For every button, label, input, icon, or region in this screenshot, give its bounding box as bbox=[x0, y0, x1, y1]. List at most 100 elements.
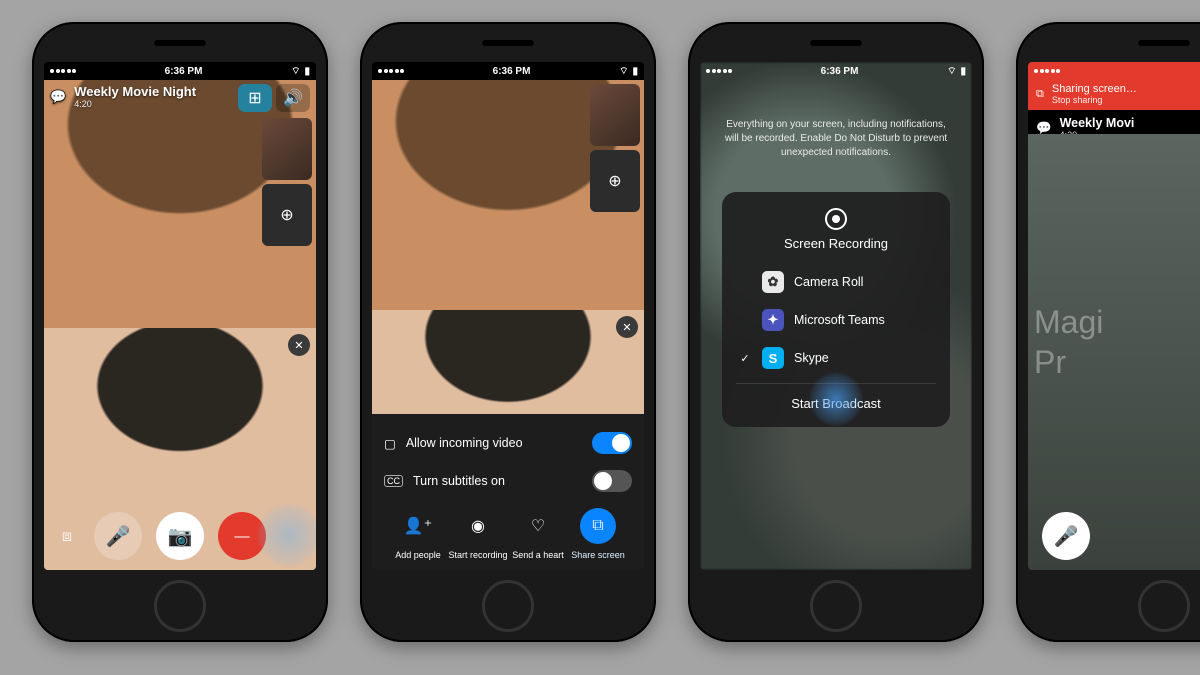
phone-frame-4: ⌔ ⧉ Sharing screen… Stop sharing 💬 Weekl… bbox=[1016, 22, 1200, 642]
picker-item-label: Camera Roll bbox=[794, 275, 863, 289]
pip-thumbnail[interactable] bbox=[590, 84, 640, 146]
picker-item-camera-roll[interactable]: ✿ Camera Roll bbox=[736, 263, 936, 301]
call-title: Weekly Movi bbox=[1060, 116, 1135, 130]
broadcast-picker: Screen Recording ✿ Camera Roll ✦ Microso… bbox=[722, 192, 950, 427]
pip-add[interactable]: ⊕ bbox=[262, 184, 312, 246]
status-time: 6:36 PM bbox=[493, 66, 531, 77]
chat-icon[interactable]: 💬 bbox=[50, 89, 66, 105]
call-duration: 4:20 bbox=[74, 99, 196, 109]
option-label: Turn subtitles on bbox=[413, 474, 505, 488]
shared-content-text: Magi Pr bbox=[1034, 302, 1103, 382]
mic-icon: 🎤 bbox=[106, 524, 131, 549]
action-label: Share screen bbox=[571, 550, 625, 560]
home-button[interactable] bbox=[482, 580, 534, 632]
app-icon-skype: S bbox=[762, 347, 784, 369]
action-label: Send a heart bbox=[512, 550, 564, 560]
add-people-icon: 👤⁺ bbox=[400, 508, 436, 544]
muted-icon: ✕ bbox=[288, 334, 310, 356]
wifi-icon: ⌔ bbox=[947, 65, 956, 78]
wifi-icon: ⌔ bbox=[291, 65, 300, 78]
phone-frame-1: 6:36 PM ⌔ ▮ ✕ 💬 Weekly Movie Night 4:20 … bbox=[32, 22, 328, 642]
picker-item-teams[interactable]: ✦ Microsoft Teams bbox=[736, 301, 936, 339]
home-button[interactable] bbox=[154, 580, 206, 632]
video-icon: ▢ bbox=[384, 436, 396, 451]
action-row: 👤⁺ Add people ◉ Start recording ♡ Send a… bbox=[384, 500, 632, 566]
action-start-recording[interactable]: ◉ Start recording bbox=[448, 508, 508, 560]
pip-column: ⊕ bbox=[590, 84, 640, 212]
broadcast-hint: Everything on your screen, including not… bbox=[724, 118, 948, 160]
status-time: 6:36 PM bbox=[165, 66, 203, 77]
pip-thumbnail[interactable] bbox=[262, 118, 312, 180]
ghost-line-2: Pr bbox=[1034, 344, 1066, 380]
share-screen-icon: ⧉ bbox=[580, 508, 616, 544]
status-bar: 6:36 PM ⌔ ▮ bbox=[44, 62, 316, 80]
status-time: 6:36 PM bbox=[821, 66, 859, 77]
grid-icon: ⊞ bbox=[248, 88, 261, 108]
option-subtitles: CC Turn subtitles on bbox=[384, 462, 632, 500]
speaker-icon: 🔊 bbox=[283, 88, 303, 108]
speaker-button[interactable]: 🔊 bbox=[276, 84, 310, 112]
status-bar: 6:36 PM ⌔▮ bbox=[700, 62, 972, 80]
picker-item-label: Microsoft Teams bbox=[794, 313, 885, 327]
phone-frame-3: 6:36 PM ⌔▮ Everything on your screen, in… bbox=[688, 22, 984, 642]
call-controls: 🎤 bbox=[1028, 512, 1200, 560]
options-panel: ▢ Allow incoming video CC Turn subtitles… bbox=[372, 414, 644, 570]
call-title: Weekly Movie Night bbox=[74, 84, 196, 99]
home-button[interactable] bbox=[810, 580, 862, 632]
phone-speaker bbox=[154, 40, 206, 46]
heart-icon: ♡ bbox=[520, 508, 556, 544]
record-icon bbox=[825, 208, 847, 230]
action-share-screen[interactable]: ⧉ Share screen bbox=[568, 508, 628, 560]
banner-subtitle: Stop sharing bbox=[1052, 95, 1137, 105]
participant-tile-bottom: ✕ bbox=[372, 310, 644, 422]
hangup-icon: ⏤ bbox=[234, 525, 250, 548]
app-icon-camera-roll: ✿ bbox=[762, 271, 784, 293]
signal-icon bbox=[50, 69, 76, 73]
action-label: Add people bbox=[395, 550, 441, 560]
share-icon: ⧉ bbox=[1036, 88, 1044, 101]
pip-add[interactable]: ⊕ bbox=[590, 150, 640, 212]
toggle-incoming-video[interactable] bbox=[592, 432, 632, 454]
status-bar: ⌔ bbox=[1028, 62, 1200, 80]
call-header: 💬 Weekly Movie Night 4:20 bbox=[50, 84, 256, 109]
toggle-subtitles[interactable] bbox=[592, 470, 632, 492]
phone-speaker bbox=[482, 40, 534, 46]
record-icon: ◉ bbox=[460, 508, 496, 544]
wifi-icon: ⌔ bbox=[619, 65, 628, 78]
phone-speaker bbox=[1138, 40, 1190, 46]
picker-title: Screen Recording bbox=[736, 236, 936, 251]
video-button[interactable]: 📷 bbox=[156, 512, 204, 560]
option-incoming-video: ▢ Allow incoming video bbox=[384, 424, 632, 462]
banner-title: Sharing screen… bbox=[1052, 83, 1137, 95]
app-icon-teams: ✦ bbox=[762, 309, 784, 331]
camera-icon: 📷 bbox=[168, 524, 193, 549]
sharing-banner[interactable]: ⧉ Sharing screen… Stop sharing bbox=[1028, 80, 1200, 110]
signal-icon bbox=[706, 69, 732, 73]
action-label: Start recording bbox=[448, 550, 507, 560]
mic-icon: 🎤 bbox=[1054, 524, 1079, 549]
layout-grid-button[interactable]: ⊞ bbox=[238, 84, 272, 112]
signal-icon bbox=[378, 69, 404, 73]
ghost-line-1: Magi bbox=[1034, 304, 1103, 340]
battery-icon: ▮ bbox=[632, 66, 638, 77]
home-button[interactable] bbox=[1138, 580, 1190, 632]
action-send-heart[interactable]: ♡ Send a heart bbox=[508, 508, 568, 560]
start-broadcast-button[interactable]: Start Broadcast bbox=[736, 383, 936, 413]
status-bar: 6:36 PM ⌔ ▮ bbox=[372, 62, 644, 80]
cc-icon: CC bbox=[384, 475, 403, 487]
picker-item-label: Skype bbox=[794, 351, 829, 365]
phone-screen-3: 6:36 PM ⌔▮ Everything on your screen, in… bbox=[700, 62, 972, 570]
mute-button[interactable]: 🎤 bbox=[1042, 512, 1090, 560]
more-button[interactable] bbox=[256, 502, 316, 568]
tap-indicator bbox=[808, 371, 864, 427]
phone-screen-1: 6:36 PM ⌔ ▮ ✕ 💬 Weekly Movie Night 4:20 … bbox=[44, 62, 316, 570]
signal-icon bbox=[1034, 69, 1060, 73]
muted-icon: ✕ bbox=[616, 316, 638, 338]
add-icon: ⊕ bbox=[608, 171, 621, 191]
phone-frame-2: 6:36 PM ⌔ ▮ ✕ ⊕ ▢ Allow incoming video bbox=[360, 22, 656, 642]
phone-screen-2: 6:36 PM ⌔ ▮ ✕ ⊕ ▢ Allow incoming video bbox=[372, 62, 644, 570]
action-add-people[interactable]: 👤⁺ Add people bbox=[388, 508, 448, 560]
participant-video bbox=[372, 310, 644, 422]
mute-button[interactable]: 🎤 bbox=[94, 512, 142, 560]
check-icon: ✓ bbox=[738, 352, 752, 365]
